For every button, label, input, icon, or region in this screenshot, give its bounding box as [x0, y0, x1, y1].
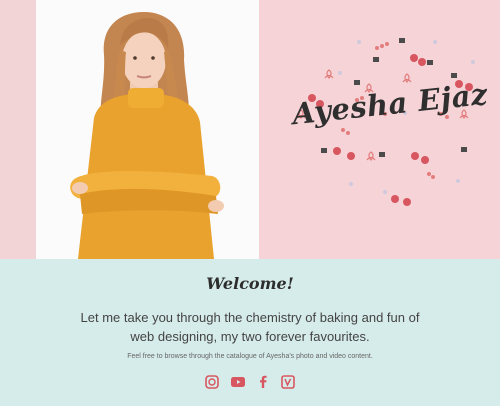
welcome-title: Welcome!: [206, 274, 294, 293]
vine-icon: [280, 374, 295, 389]
vine-link[interactable]: [280, 374, 295, 389]
youtube-icon: [231, 376, 246, 387]
youtube-link[interactable]: [230, 374, 246, 388]
welcome-section: Welcome! Let me take you through the che…: [0, 259, 500, 406]
facebook-link[interactable]: [256, 374, 270, 388]
profile-photo: [36, 0, 259, 259]
woman-portrait-illustration: [36, 0, 259, 259]
social-links: [0, 370, 500, 389]
catalogue-note: Feel free to browse through the catalogu…: [127, 353, 373, 360]
facebook-icon: [259, 375, 267, 388]
instagram-icon: [205, 374, 220, 389]
hero-banner: Ayesha Ejaz: [0, 0, 500, 259]
instagram-link[interactable]: [205, 374, 220, 389]
welcome-message: Let me take you through the chemistry of…: [80, 310, 420, 344]
